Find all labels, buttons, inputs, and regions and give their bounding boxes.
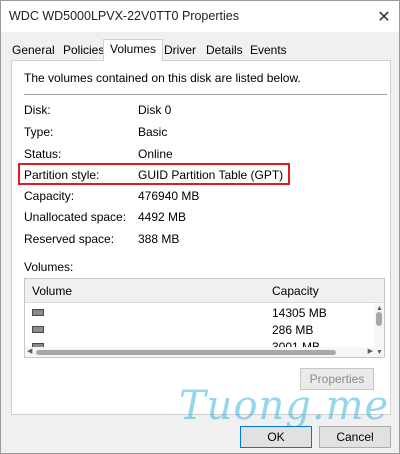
volume-capacity: 14305 MB [272,306,327,320]
scroll-left-icon[interactable]: ◀ [27,347,32,355]
column-header-capacity[interactable]: Capacity [272,284,319,298]
cancel-button[interactable]: Cancel [319,426,391,448]
ok-button[interactable]: OK [240,426,312,448]
tab-events[interactable]: Events [247,42,290,60]
scroll-down-icon[interactable]: ▼ [376,349,383,356]
status-label: Status: [24,147,62,161]
unallocated-value: 4492 MB [138,210,187,224]
volumes-panel: The volumes contained on this disk are l… [11,60,391,415]
disk-label: Disk: [24,103,51,117]
volumes-label: Volumes: [24,260,74,274]
vertical-scrollbar[interactable]: ▲ ▼ [374,303,384,357]
list-header: Volume Capacity [25,279,384,303]
tab-volumes[interactable]: Volumes [103,39,164,61]
status-value: Online [138,147,173,161]
disk-value: Disk 0 [138,103,172,117]
reserved-label: Reserved space: [24,232,115,246]
type-value: Basic [138,125,168,139]
tab-details[interactable]: Details [203,42,246,60]
volumes-list[interactable]: Volume Capacity 14305 MB 286 MB 3001 MB … [24,278,385,358]
tab-driver[interactable]: Driver [161,42,199,60]
window-title: WDC WD5000LPVX-22V0TT0 Properties [9,9,239,23]
intro-text: The volumes contained on this disk are l… [24,71,301,85]
horizontal-scroll-thumb[interactable] [36,350,336,355]
capacity-value: 476940 MB [138,189,200,203]
scroll-right-icon[interactable]: ▶ [368,347,373,355]
close-icon[interactable]: ✕ [369,1,399,32]
watermark-logo: Tuong.me [179,383,390,429]
vertical-scroll-thumb[interactable] [376,312,382,326]
list-item[interactable]: 286 MB [25,321,375,338]
reserved-value: 388 MB [138,232,180,246]
tab-strip: General Policies Volumes Driver Details … [7,39,395,61]
capacity-label: Capacity: [24,189,75,203]
drive-icon [32,309,44,316]
volume-capacity: 286 MB [272,323,314,337]
column-header-volume[interactable]: Volume [32,284,72,298]
partition-style-value: GUID Partition Table (GPT) [138,168,284,182]
divider [24,94,387,95]
list-item[interactable]: 14305 MB [25,304,375,321]
scroll-up-icon[interactable]: ▲ [376,305,383,312]
partition-style-label: Partition style: [24,168,100,182]
tab-general[interactable]: General [9,42,58,60]
title-bar: WDC WD5000LPVX-22V0TT0 Properties ✕ [1,1,399,32]
properties-dialog: WDC WD5000LPVX-22V0TT0 Properties ✕ Gene… [0,0,400,454]
tab-policies[interactable]: Policies [60,42,107,60]
drive-icon [32,326,44,333]
horizontal-scrollbar[interactable]: ◀ ▶ [25,347,375,357]
type-label: Type: [24,125,54,139]
unallocated-label: Unallocated space: [24,210,127,224]
